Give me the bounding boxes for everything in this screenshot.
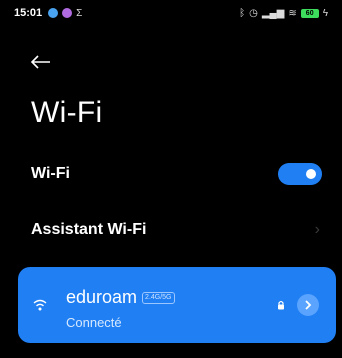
status-bar: 15:01 Σ ᛒ ◷ ▂▄▆ ≋ 60 ϟ [0,0,342,26]
assistant-wifi-row[interactable]: Assistant Wi-Fi › [31,216,322,244]
status-bar-left: 15:01 Σ [14,7,82,19]
wifi-icon [33,299,47,311]
status-time: 15:01 [14,7,43,19]
network-name-row: eduroam 2.4G/5G [66,287,175,308]
wifi-toggle-row[interactable]: Wi-Fi [31,160,322,188]
network-ssid: eduroam [66,287,138,307]
band-badge: 2.4G/5G [142,291,175,304]
back-arrow-icon[interactable] [30,52,52,72]
network-status: Connecté [66,315,122,330]
app-notification-icon-2 [62,8,73,18]
toggle-knob [306,169,316,179]
alarm-icon: ◷ [249,7,258,19]
lock-icon [278,300,284,310]
chevron-right-icon: › [314,221,320,238]
wifi-label: Wi-Fi [31,165,70,182]
chevron-right-icon [305,300,312,310]
charging-icon: ϟ [322,7,328,19]
notification-icon: Σ [76,7,83,19]
status-bar-right: ᛒ ◷ ▂▄▆ ≋ 60 ϟ [239,8,328,19]
connected-network-item[interactable]: eduroam 2.4G/5G Connecté [18,267,336,343]
page-title: Wi-Fi [31,96,103,129]
assistant-wifi-label: Assistant Wi-Fi [31,221,147,238]
app-notification-icon [48,8,59,18]
battery-icon: 60 [300,8,319,18]
signal-icon: ▂▄▆ [261,7,285,19]
wifi-toggle[interactable] [278,163,322,185]
wifi-status-icon: ≋ [288,7,297,19]
bluetooth-icon: ᛒ [239,7,246,19]
network-details-button[interactable] [297,294,319,316]
